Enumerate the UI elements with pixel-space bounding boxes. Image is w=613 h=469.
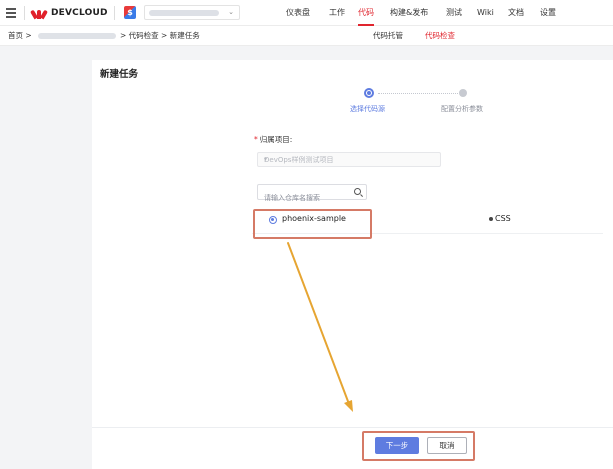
nav-docs[interactable]: 文档 — [508, 0, 524, 26]
nav-code[interactable]: 代码 — [358, 0, 374, 26]
breadcrumb-home[interactable]: 首页 > — [8, 26, 32, 46]
logo-text: DEVCLOUD — [51, 8, 108, 18]
devcloud-logo[interactable]: DEVCLOUD — [30, 6, 108, 20]
nav-test[interactable]: 测试 — [446, 0, 462, 26]
subtab-code-check[interactable]: 代码检查 — [425, 26, 455, 46]
huawei-logo-icon — [30, 8, 48, 19]
nav-build-release[interactable]: 构建&发布 — [390, 0, 428, 26]
project-icon: $ — [124, 6, 136, 19]
breadcrumb-project-redacted[interactable] — [38, 33, 116, 39]
subtab-code-hosting[interactable]: 代码托管 — [373, 26, 403, 46]
project-name-redacted — [149, 10, 219, 16]
nav-work[interactable]: 工作 — [329, 0, 345, 26]
breadcrumb-bar: 首页 > > 代码检查 > 新建任务 代码托管 代码检查 — [0, 26, 613, 46]
annotation-arrow-icon — [287, 242, 353, 412]
menu-icon[interactable] — [6, 8, 16, 18]
new-task-panel: 新建任务 选择代码源 配置分析参数 * 归属项目: DevOps样例测试项目 ▾ … — [92, 60, 613, 469]
divider — [114, 6, 115, 20]
nav-settings[interactable]: 设置 — [540, 0, 556, 26]
nav-dashboard[interactable]: 仪表盘 — [286, 0, 310, 26]
chevron-down-icon: ⌄ — [228, 8, 234, 16]
breadcrumb-trail: > 代码检查 > 新建任务 — [120, 31, 200, 40]
nav-wiki[interactable]: Wiki — [477, 0, 494, 26]
top-navigation-bar: DEVCLOUD $ ⌄ 仪表盘 工作 代码 构建&发布 测试 Wiki 文档 … — [0, 0, 613, 26]
divider — [24, 6, 25, 20]
project-switcher[interactable]: ⌄ — [144, 5, 240, 20]
